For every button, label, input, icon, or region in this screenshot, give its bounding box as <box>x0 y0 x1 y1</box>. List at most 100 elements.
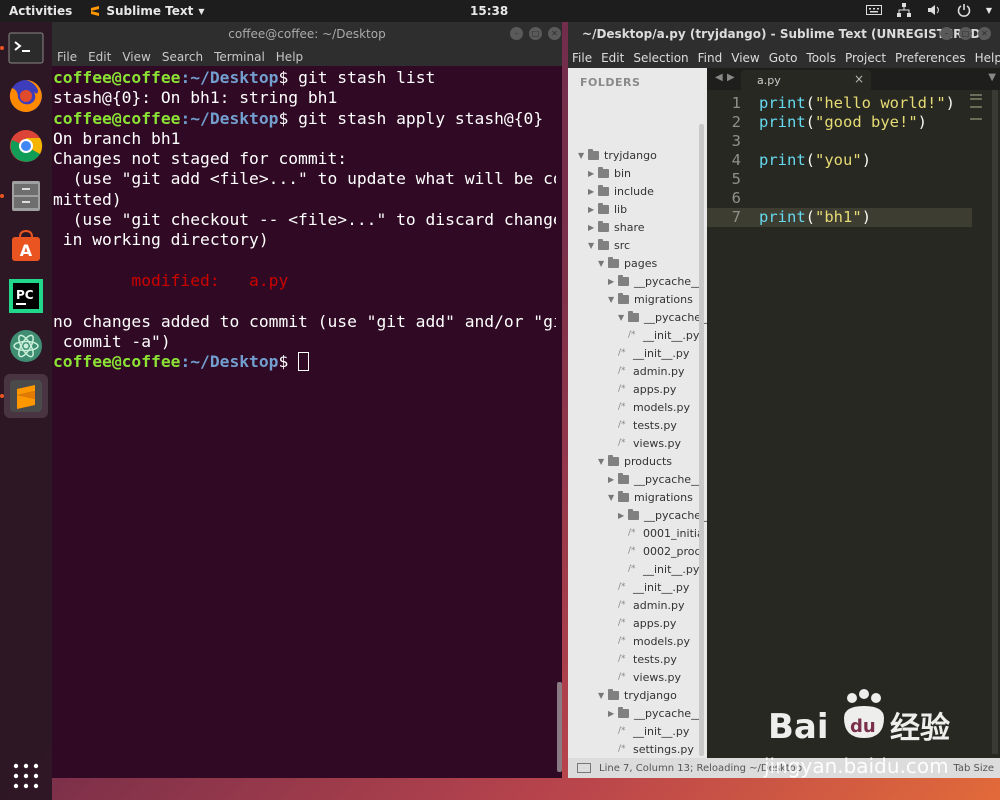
tab-a-py[interactable]: a.py × <box>741 70 871 90</box>
sidebar[interactable]: FOLDERS ▼ tryjdango ▶ bin ▶ include ▶ lib ▶ share… <box>568 68 707 758</box>
tree-file[interactable]: /* tests.py <box>608 416 677 434</box>
code-line[interactable]: 7 print("bh1") <box>707 208 972 227</box>
chevron-down-icon[interactable]: ▼ <box>608 493 618 502</box>
panel-icon[interactable] <box>577 763 591 773</box>
tree-file[interactable]: /* 0002_prod <box>618 542 701 560</box>
terminal-output[interactable]: coffee@coffee:~/Desktop$ git stash list s… <box>52 66 556 778</box>
tree-folder[interactable]: ▶ bin <box>588 164 631 182</box>
tree-file[interactable]: /* apps.py <box>608 614 676 632</box>
tree-file[interactable]: /* models.py <box>608 398 690 416</box>
chevron-right-icon[interactable]: ▶ <box>608 475 618 484</box>
tree-file[interactable]: /* __init__.py <box>608 578 689 596</box>
tree-folder[interactable]: ▶ include <box>588 182 654 200</box>
tree-folder[interactable]: ▼ __pycache__ <box>618 308 707 326</box>
maximize-icon[interactable]: □ <box>959 27 972 40</box>
code-editor[interactable]: 1 print("hello world!") 2 print("good bye!"… <box>707 90 1000 758</box>
close-icon[interactable]: ✕ <box>548 27 561 40</box>
chevron-down-icon[interactable]: ▼ <box>988 72 996 83</box>
code-line[interactable]: 6 <box>707 189 972 208</box>
tree-folder[interactable]: ▼ trydjango <box>598 686 677 704</box>
sublime-window[interactable]: ~/Desktop/a.py (tryjdango) - Sublime Tex… <box>568 22 1000 778</box>
system-tray[interactable]: ▼ <box>865 2 992 18</box>
tree-file[interactable]: /* views.py <box>608 434 681 452</box>
show-applications-button[interactable] <box>4 754 48 798</box>
dock-chrome[interactable] <box>4 124 48 168</box>
tab-next-icon[interactable]: ▶ <box>727 72 735 83</box>
minimize-icon[interactable]: – <box>510 27 523 40</box>
sidebar-scrollbar[interactable] <box>699 124 704 756</box>
dock-atom[interactable] <box>4 324 48 368</box>
chevron-down-icon[interactable]: ▼ <box>986 6 992 15</box>
terminal-titlebar[interactable]: coffee@coffee: ~/Desktop – □ ✕ <box>52 22 562 47</box>
menu-help[interactable]: Help <box>975 51 1000 65</box>
menu-view[interactable]: View <box>731 51 759 65</box>
tree-file[interactable]: /* models.py <box>608 632 690 650</box>
menu-help[interactable]: Help <box>276 50 303 64</box>
tree-file[interactable]: /* __init__.py <box>618 560 699 578</box>
code-line[interactable]: 2 print("good bye!") <box>707 113 972 132</box>
app-menu[interactable]: Sublime Text ▼ <box>81 4 205 18</box>
sublime-titlebar[interactable]: ~/Desktop/a.py (tryjdango) - Sublime Tex… <box>568 22 1000 47</box>
tree-folder[interactable]: ▼ pages <box>598 254 657 272</box>
menu-edit[interactable]: Edit <box>88 50 111 64</box>
tree-folder[interactable]: ▶ __pycache__ <box>608 272 702 290</box>
network-icon[interactable] <box>896 2 912 18</box>
chevron-right-icon[interactable]: ▶ <box>608 277 618 286</box>
volume-icon[interactable] <box>926 2 942 18</box>
chevron-down-icon[interactable]: ▼ <box>618 313 628 322</box>
close-icon[interactable]: × <box>854 72 864 86</box>
chevron-right-icon[interactable]: ▶ <box>588 223 598 232</box>
code-line[interactable]: 5 <box>707 170 972 189</box>
tab-prev-icon[interactable]: ◀ <box>715 72 723 83</box>
menu-terminal[interactable]: Terminal <box>214 50 265 64</box>
keyboard-icon[interactable] <box>865 2 882 18</box>
tree-folder[interactable]: ▼ migrations <box>608 290 693 308</box>
chevron-right-icon[interactable]: ▶ <box>608 709 618 718</box>
menu-project[interactable]: Project <box>845 51 886 65</box>
chevron-right-icon[interactable]: ▶ <box>618 511 628 520</box>
tree-folder[interactable]: ▶ lib <box>588 200 627 218</box>
tree-file[interactable]: /* tests.py <box>608 650 677 668</box>
tree-folder[interactable]: ▼ tryjdango <box>578 146 657 164</box>
tree-file[interactable]: /* 0001_initia <box>618 524 704 542</box>
tree-folder[interactable]: ▼ src <box>588 236 630 254</box>
power-icon[interactable] <box>956 2 972 18</box>
tree-folder[interactable]: ▶ __pycache__ <box>608 704 702 722</box>
tree-folder[interactable]: ▶ __pycache__ <box>608 470 702 488</box>
chevron-right-icon[interactable]: ▶ <box>588 169 598 178</box>
dock-terminal[interactable] <box>4 26 48 70</box>
tree-file[interactable]: /* admin.py <box>608 362 684 380</box>
editor-scrollbar[interactable] <box>992 90 998 754</box>
code-line[interactable]: 4 print("you") <box>707 151 972 170</box>
menu-file[interactable]: File <box>572 51 592 65</box>
tree-file[interactable]: /* __init__.py <box>608 722 689 740</box>
menu-preferences[interactable]: Preferences <box>895 51 966 65</box>
minimize-icon[interactable]: – <box>940 27 953 40</box>
tree-folder[interactable]: ▶ share <box>588 218 645 236</box>
tree-file[interactable]: /* __init__.py <box>618 326 699 344</box>
terminal-scrollbar[interactable] <box>557 682 562 772</box>
clock[interactable]: 15:38 <box>470 4 508 18</box>
activities-button[interactable]: Activities <box>0 4 81 18</box>
chevron-down-icon[interactable]: ▼ <box>598 259 608 268</box>
tree-file[interactable]: /* settings.py <box>608 740 694 758</box>
menu-goto[interactable]: Goto <box>769 51 798 65</box>
menu-find[interactable]: Find <box>698 51 723 65</box>
dock-firefox[interactable] <box>4 74 48 118</box>
dock-software[interactable]: A <box>4 224 48 268</box>
chevron-down-icon[interactable]: ▼ <box>598 457 608 466</box>
minimap[interactable] <box>970 94 982 122</box>
menu-selection[interactable]: Selection <box>633 51 688 65</box>
tree-file[interactable]: /* apps.py <box>608 380 676 398</box>
menu-search[interactable]: Search <box>162 50 203 64</box>
tree-file[interactable]: /* admin.py <box>608 596 684 614</box>
chevron-down-icon[interactable]: ▼ <box>588 241 598 250</box>
menu-file[interactable]: File <box>57 50 77 64</box>
chevron-down-icon[interactable]: ▼ <box>598 691 608 700</box>
dock-files[interactable] <box>4 174 48 218</box>
tree-folder[interactable]: ▼ migrations <box>608 488 693 506</box>
menu-tools[interactable]: Tools <box>806 51 836 65</box>
tree-folder[interactable]: ▶ __pycache__ <box>618 506 707 524</box>
chevron-right-icon[interactable]: ▶ <box>588 205 598 214</box>
tree-file[interactable]: /* views.py <box>608 668 681 686</box>
